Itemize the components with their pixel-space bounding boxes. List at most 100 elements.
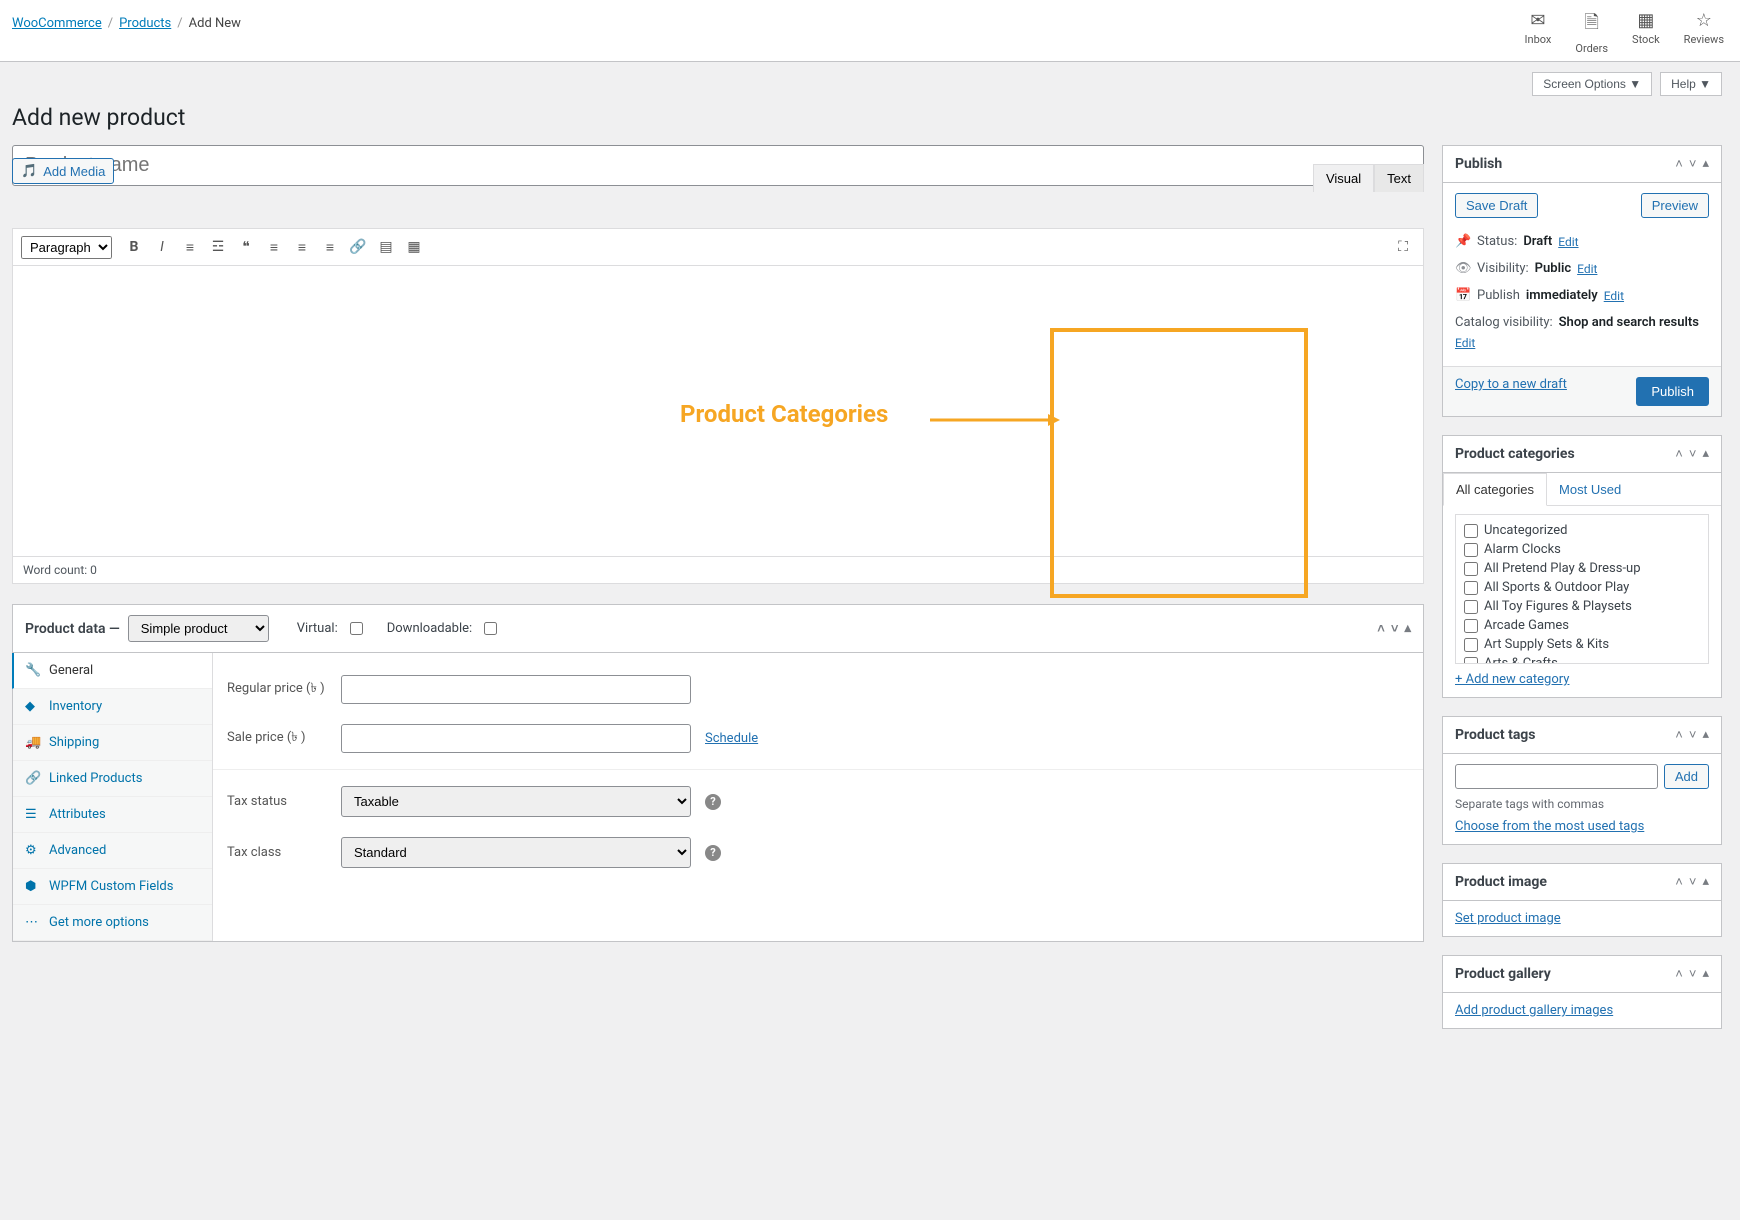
tab-wpfm[interactable]: ⬢WPFM Custom Fields — [13, 869, 212, 905]
tax-status-select[interactable]: Taxable — [341, 786, 691, 817]
align-right-button[interactable]: ≡ — [318, 235, 342, 259]
orders-button[interactable]: 🗎Orders — [1575, 10, 1608, 55]
editor-content[interactable] — [13, 266, 1423, 556]
choose-tags-link[interactable]: Choose from the most used tags — [1455, 819, 1644, 834]
category-checkbox[interactable] — [1464, 619, 1478, 633]
panel-down-icon[interactable]: ˅ — [1689, 874, 1697, 890]
italic-button[interactable]: I — [150, 235, 174, 259]
virtual-checkbox[interactable] — [350, 622, 363, 635]
all-categories-tab[interactable]: All categories — [1443, 473, 1547, 506]
align-center-button[interactable]: ≡ — [290, 235, 314, 259]
preview-button[interactable]: Preview — [1641, 193, 1709, 218]
word-count: Word count: 0 — [13, 556, 1423, 583]
block-format-select[interactable]: Paragraph — [21, 236, 112, 259]
panel-down-icon[interactable]: ˅ — [1689, 446, 1697, 462]
publish-button[interactable]: Publish — [1636, 377, 1709, 406]
reviews-button[interactable]: ☆Reviews — [1684, 10, 1724, 55]
tax-class-select[interactable]: Standard — [341, 837, 691, 868]
tab-advanced[interactable]: ⚙Advanced — [13, 833, 212, 869]
bullet-list-button[interactable]: ≡ — [178, 235, 202, 259]
help-button[interactable]: Help ▼ — [1660, 72, 1722, 96]
downloadable-checkbox[interactable] — [484, 622, 497, 635]
text-tab[interactable]: Text — [1374, 164, 1424, 192]
category-item[interactable]: All Pretend Play & Dress-up — [1464, 559, 1700, 578]
panel-down-icon[interactable]: ˅ — [1689, 156, 1697, 172]
category-checkbox[interactable] — [1464, 524, 1478, 538]
tag-input[interactable] — [1455, 764, 1658, 789]
panel-up-icon[interactable]: ˄ — [1675, 874, 1683, 890]
schedule-link[interactable]: Schedule — [705, 731, 758, 746]
align-left-button[interactable]: ≡ — [262, 235, 286, 259]
category-checkbox[interactable] — [1464, 600, 1478, 614]
category-item[interactable]: All Sports & Outdoor Play — [1464, 578, 1700, 597]
set-product-image-link[interactable]: Set product image — [1455, 911, 1561, 926]
product-image-postbox: Product image ˄˅▴ Set product image — [1442, 863, 1722, 937]
help-icon[interactable]: ? — [705, 794, 721, 810]
panel-collapse-icon[interactable]: ▴ — [1702, 966, 1709, 982]
panel-down-icon[interactable]: ˅ — [1689, 966, 1697, 982]
panel-down-icon[interactable]: ˅ — [1689, 727, 1697, 743]
category-checkbox[interactable] — [1464, 562, 1478, 576]
stock-button[interactable]: ▦Stock — [1632, 10, 1660, 55]
panel-up-icon[interactable]: ˄ — [1675, 727, 1683, 743]
edit-schedule-link[interactable]: Edit — [1604, 289, 1624, 303]
help-icon[interactable]: ? — [705, 845, 721, 861]
link-button[interactable]: 🔗 — [346, 235, 370, 259]
category-item[interactable]: Arts & Crafts — [1464, 654, 1700, 664]
regular-price-input[interactable] — [341, 675, 691, 704]
add-media-button[interactable]: 🎵 Add Media — [12, 158, 114, 184]
category-checkbox[interactable] — [1464, 657, 1478, 665]
reviews-icon: ☆ — [1696, 10, 1712, 31]
copy-to-draft-link[interactable]: Copy to a new draft — [1455, 377, 1567, 392]
panel-collapse-icon[interactable]: ▴ — [1702, 874, 1709, 890]
bold-button[interactable]: B — [122, 235, 146, 259]
category-item[interactable]: Art Supply Sets & Kits — [1464, 635, 1700, 654]
tab-general[interactable]: 🔧General — [12, 653, 212, 689]
panel-up-icon[interactable]: ˄ — [1675, 446, 1683, 462]
product-type-select[interactable]: Simple product — [128, 615, 269, 642]
panel-collapse-icon[interactable]: ▴ — [1702, 156, 1709, 172]
visual-tab[interactable]: Visual — [1313, 164, 1374, 192]
save-draft-button[interactable]: Save Draft — [1455, 193, 1538, 218]
product-title-input[interactable] — [12, 145, 1424, 186]
panel-up-icon[interactable]: ˄ — [1675, 156, 1683, 172]
category-item[interactable]: Uncategorized — [1464, 521, 1700, 540]
blockquote-button[interactable]: ❝ — [234, 235, 258, 259]
panel-up-icon[interactable]: ˄ — [1377, 621, 1385, 637]
numbered-list-button[interactable]: ☲ — [206, 235, 230, 259]
panel-collapse-icon[interactable]: ▴ — [1702, 727, 1709, 743]
breadcrumb-woocommerce[interactable]: WooCommerce — [12, 16, 102, 31]
tab-linked-products[interactable]: 🔗Linked Products — [13, 761, 212, 797]
edit-visibility-link[interactable]: Edit — [1577, 262, 1597, 276]
wrench-icon: 🔧 — [25, 663, 41, 678]
breadcrumb-products[interactable]: Products — [119, 16, 171, 31]
panel-down-icon[interactable]: ˅ — [1391, 621, 1399, 637]
category-item[interactable]: Arcade Games — [1464, 616, 1700, 635]
screen-options-button[interactable]: Screen Options ▼ — [1532, 72, 1652, 96]
panel-up-icon[interactable]: ˄ — [1675, 966, 1683, 982]
tab-attributes[interactable]: ☰Attributes — [13, 797, 212, 833]
edit-catalog-link[interactable]: Edit — [1455, 336, 1475, 350]
add-new-category-link[interactable]: + Add new category — [1455, 672, 1709, 687]
tab-inventory[interactable]: ◆Inventory — [13, 689, 212, 725]
sale-price-input[interactable] — [341, 724, 691, 753]
category-item[interactable]: Alarm Clocks — [1464, 540, 1700, 559]
toolbar-toggle-button[interactable]: ▦ — [402, 235, 426, 259]
edit-status-link[interactable]: Edit — [1558, 235, 1578, 249]
fullscreen-button[interactable]: ⛶ — [1391, 235, 1415, 259]
tab-shipping[interactable]: 🚚Shipping — [13, 725, 212, 761]
tab-get-more[interactable]: ⋯Get more options — [13, 905, 212, 941]
category-list[interactable]: Uncategorized Alarm Clocks All Pretend P… — [1455, 514, 1709, 664]
add-gallery-images-link[interactable]: Add product gallery images — [1455, 1003, 1613, 1018]
most-used-tab[interactable]: Most Used — [1547, 473, 1633, 505]
insert-more-button[interactable]: ▤ — [374, 235, 398, 259]
panel-collapse-icon[interactable]: ▴ — [1404, 621, 1411, 637]
inbox-button[interactable]: ✉Inbox — [1525, 10, 1552, 55]
category-item[interactable]: All Toy Figures & Playsets — [1464, 597, 1700, 616]
panel-collapse-icon[interactable]: ▴ — [1702, 446, 1709, 462]
category-checkbox[interactable] — [1464, 638, 1478, 652]
product-data-heading: Product data — — [25, 621, 120, 637]
category-checkbox[interactable] — [1464, 543, 1478, 557]
category-checkbox[interactable] — [1464, 581, 1478, 595]
add-tag-button[interactable]: Add — [1664, 764, 1709, 789]
